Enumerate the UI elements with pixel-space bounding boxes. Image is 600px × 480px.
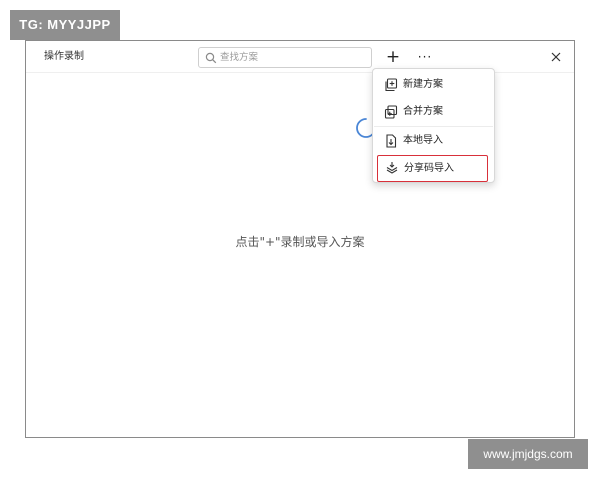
share-code-import-icon (386, 162, 398, 174)
watermark-top: TG: MYYJJPP (10, 10, 120, 40)
menu-item-new-plan[interactable]: 新建方案 (374, 72, 493, 98)
menu-item-label: 合并方案 (403, 106, 443, 117)
menu-item-label: 新建方案 (403, 79, 443, 90)
search-input[interactable] (220, 48, 365, 67)
window-title: 操作录制 (44, 51, 84, 62)
add-dropdown-menu: 新建方案 合并方案 本地导入 分享码导入 (372, 68, 495, 183)
menu-divider (374, 126, 493, 127)
watermark-bottom: www.jmjdgs.com (468, 439, 588, 469)
menu-item-local-import[interactable]: 本地导入 (374, 128, 493, 154)
search-box[interactable] (198, 47, 372, 68)
merge-plan-icon (384, 105, 398, 119)
menu-item-merge-plan[interactable]: 合并方案 (374, 99, 493, 125)
empty-state-message: 点击"+"录制或导入方案 (235, 235, 365, 249)
menu-item-label: 本地导入 (403, 135, 443, 146)
add-button[interactable]: + (383, 47, 403, 67)
menu-item-label: 分享码导入 (404, 163, 454, 174)
menu-item-share-code-import[interactable]: 分享码导入 (377, 155, 488, 182)
close-icon[interactable] (548, 49, 564, 65)
new-plan-icon (385, 78, 398, 92)
search-icon (205, 52, 217, 64)
more-button[interactable]: ··· (415, 47, 435, 67)
local-import-icon (386, 134, 397, 148)
